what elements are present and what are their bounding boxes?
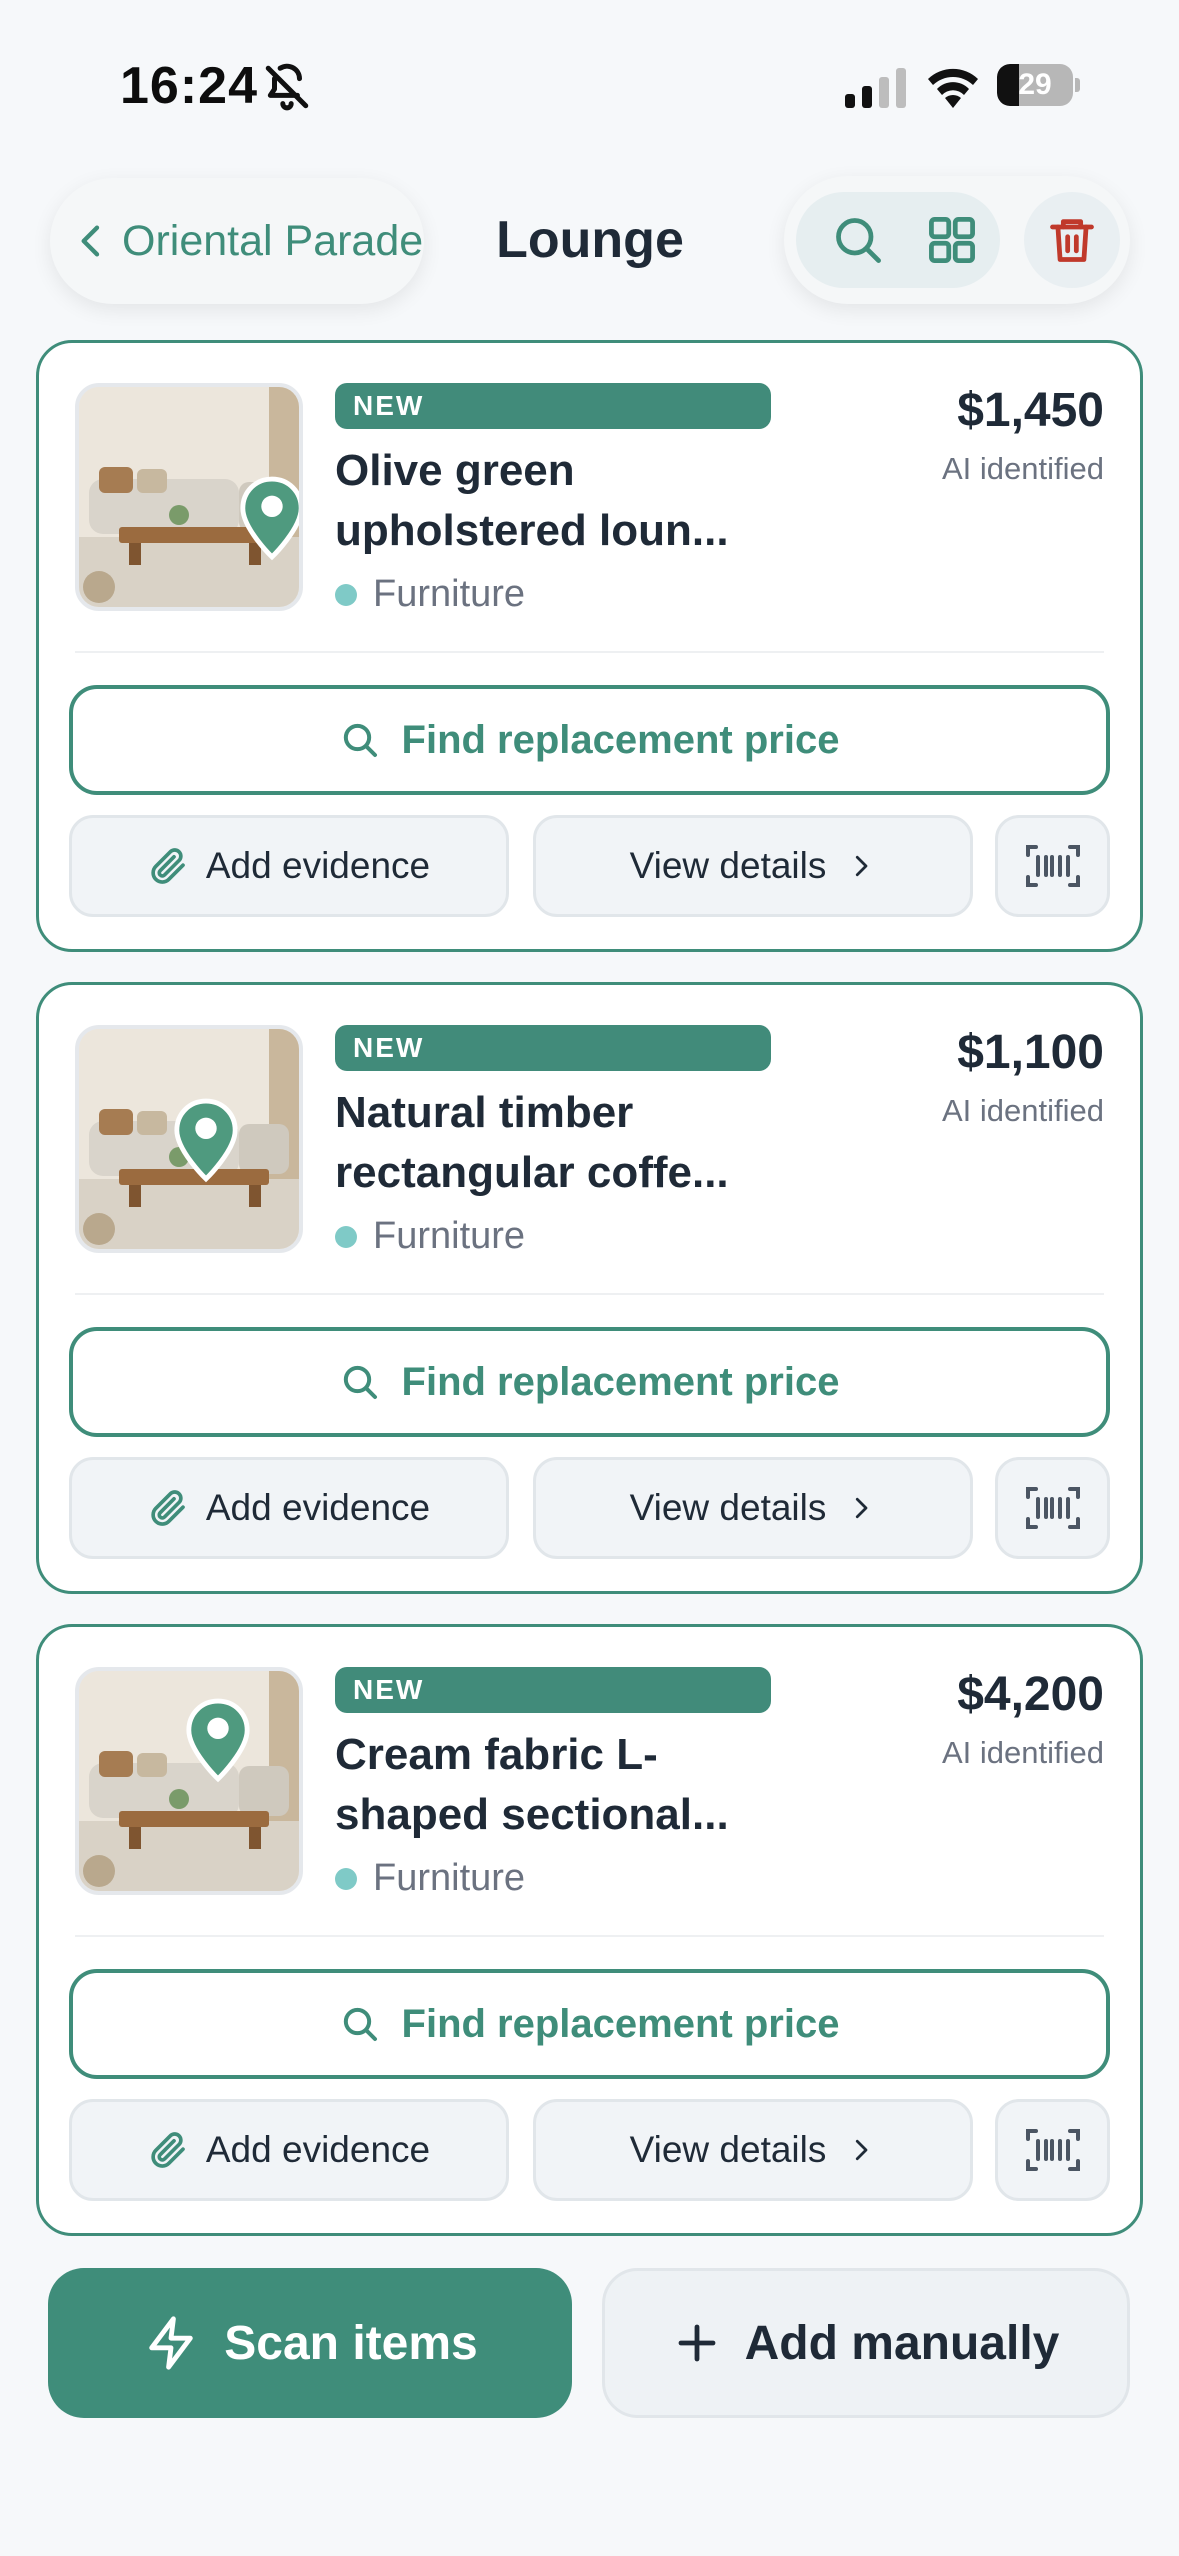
- paperclip-icon: [151, 1490, 185, 1526]
- barcode-button[interactable]: [995, 2099, 1110, 2201]
- category-label: Furniture: [373, 573, 526, 615]
- item-title-line2: shaped sectional...: [335, 1790, 729, 1839]
- item-card[interactable]: NEW Olive green upholstered loun... Furni…: [36, 340, 1143, 952]
- search-icon: [343, 1365, 377, 1399]
- category-label: Furniture: [373, 1215, 526, 1257]
- category-dot: [335, 1225, 357, 1248]
- bell-slash-icon: [265, 63, 309, 111]
- add-manually-label: Add manually: [744, 2316, 1060, 2370]
- add-evidence-label: Add evidence: [205, 1487, 431, 1528]
- new-badge: NEW: [335, 383, 771, 429]
- item-title[interactable]: Olive green upholstered loun...: [335, 441, 795, 561]
- item-card[interactable]: NEW Natural timber rectangular coffe... F…: [36, 982, 1143, 1594]
- price-source: AI identified: [942, 1735, 1104, 1770]
- battery-icon: 29: [997, 64, 1080, 106]
- item-price: $1,100: [957, 1026, 1104, 1079]
- wifi-icon: [928, 68, 978, 108]
- view-details-button[interactable]: View details: [533, 815, 973, 917]
- header-actions: [784, 176, 1130, 304]
- add-evidence-button[interactable]: Add evidence: [69, 1457, 509, 1559]
- barcode-icon: [1025, 2129, 1080, 2171]
- view-details-label: View details: [629, 845, 827, 886]
- back-label: Oriental Parade: [122, 216, 424, 265]
- divider: [75, 1293, 1104, 1295]
- chevron-right-icon: [856, 1497, 868, 1519]
- barcode-button[interactable]: [995, 1457, 1110, 1559]
- view-details-label: View details: [629, 2129, 827, 2170]
- divider: [75, 1935, 1104, 1937]
- scan-items-button[interactable]: Scan items: [48, 2268, 572, 2418]
- category-dot: [335, 583, 357, 606]
- item-title-line2: upholstered loun...: [335, 506, 729, 555]
- map-pin-icon: [174, 1098, 238, 1183]
- bottom-action-bar: Scan items Add manually: [0, 2238, 1179, 2556]
- barcode-icon: [1025, 845, 1080, 887]
- add-evidence-label: Add evidence: [205, 2129, 431, 2170]
- map-pin-icon: [186, 1698, 250, 1783]
- paperclip-icon: [151, 2132, 185, 2168]
- view-details-button[interactable]: View details: [533, 1457, 973, 1559]
- grid-icon[interactable]: [926, 214, 978, 266]
- chevron-right-icon: [856, 855, 868, 877]
- battery-level: 29: [1018, 68, 1052, 101]
- find-replacement-price-button[interactable]: Find replacement price: [69, 1969, 1110, 2079]
- item-title-line1: Cream fabric L-: [335, 1730, 658, 1779]
- find-replacement-label: Find replacement price: [401, 717, 840, 762]
- delete-button[interactable]: [1024, 192, 1120, 288]
- category-label: Furniture: [373, 1857, 526, 1899]
- search-grid-group: [796, 192, 1000, 288]
- lightning-icon: [149, 2316, 194, 2370]
- paperclip-icon: [151, 848, 185, 884]
- new-badge: NEW: [335, 1025, 771, 1071]
- view-details-button[interactable]: View details: [533, 2099, 973, 2201]
- status-bar: 16:24 29: [0, 0, 1179, 170]
- signal-icon: [845, 68, 906, 108]
- item-price: $1,450: [957, 384, 1104, 437]
- item-title-line2: rectangular coffe...: [335, 1148, 729, 1197]
- map-pin-icon: [240, 476, 299, 561]
- find-replacement-label: Find replacement price: [401, 2001, 840, 2046]
- find-replacement-price-button[interactable]: Find replacement price: [69, 1327, 1110, 1437]
- new-badge: NEW: [335, 1667, 771, 1713]
- search-icon: [343, 723, 377, 757]
- price-source: AI identified: [942, 451, 1104, 486]
- item-title[interactable]: Natural timber rectangular coffe...: [335, 1083, 795, 1203]
- add-evidence-button[interactable]: Add evidence: [69, 2099, 509, 2201]
- add-manually-button[interactable]: Add manually: [602, 2268, 1130, 2418]
- item-card[interactable]: NEW Cream fabric L-shaped sectional... F…: [36, 1624, 1143, 2236]
- item-price: $4,200: [957, 1668, 1104, 1721]
- find-replacement-label: Find replacement price: [401, 1359, 840, 1404]
- divider: [75, 651, 1104, 653]
- item-title[interactable]: Cream fabric L-shaped sectional...: [335, 1725, 795, 1845]
- scan-items-label: Scan items: [224, 2316, 478, 2370]
- barcode-icon: [1025, 1487, 1080, 1529]
- find-replacement-price-button[interactable]: Find replacement price: [69, 685, 1110, 795]
- category-dot: [335, 1867, 357, 1890]
- status-time: 16:24: [120, 57, 258, 115]
- barcode-button[interactable]: [995, 815, 1110, 917]
- chevron-left-icon: [81, 225, 100, 257]
- chevron-right-icon: [856, 2139, 868, 2161]
- trash-icon: [1050, 219, 1094, 262]
- header: Oriental Parade Lounge: [0, 170, 1179, 342]
- search-icon: [343, 2007, 377, 2041]
- add-evidence-label: Add evidence: [205, 845, 431, 886]
- item-photo[interactable]: [75, 383, 303, 611]
- item-title-line1: Natural timber: [335, 1088, 634, 1137]
- item-photo[interactable]: [75, 1667, 303, 1895]
- search-icon[interactable]: [832, 214, 884, 266]
- add-evidence-button[interactable]: Add evidence: [69, 815, 509, 917]
- item-title-line1: Olive green: [335, 446, 575, 495]
- item-photo[interactable]: [75, 1025, 303, 1253]
- item-category: Furniture: [335, 1215, 525, 1258]
- view-details-label: View details: [629, 1487, 827, 1528]
- item-category: Furniture: [335, 1857, 525, 1900]
- page-title: Lounge: [496, 211, 684, 269]
- plus-icon: [678, 2324, 716, 2362]
- back-button[interactable]: Oriental Parade: [50, 178, 424, 304]
- price-source: AI identified: [942, 1093, 1104, 1128]
- item-category: Furniture: [335, 573, 525, 616]
